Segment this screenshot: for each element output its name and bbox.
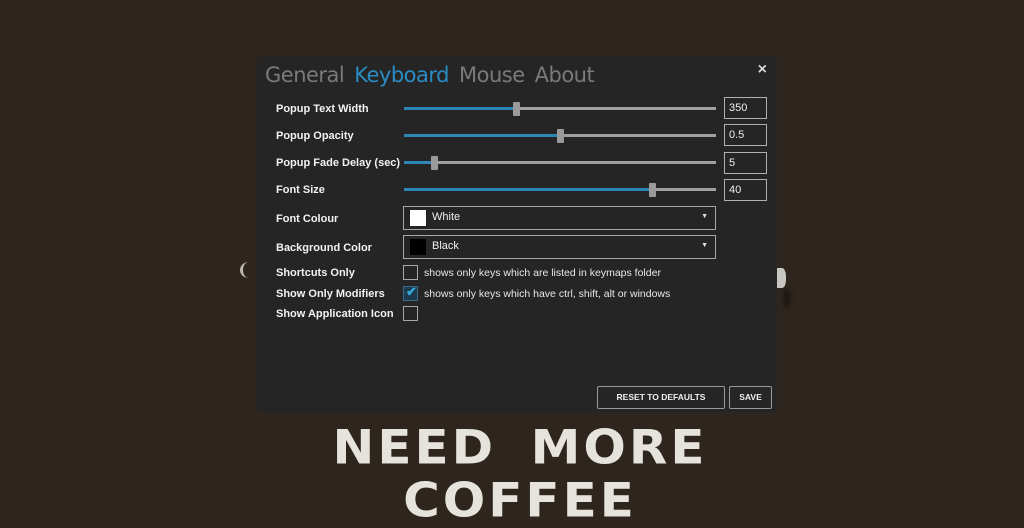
- font-colour-value: White: [432, 211, 461, 223]
- slider-thumb[interactable]: [649, 183, 657, 197]
- tab-general[interactable]: General: [265, 63, 345, 87]
- background-color-label: Background Color: [276, 242, 372, 254]
- popup-text-width-label: Popup Text Width: [276, 103, 369, 115]
- chevron-down-icon: ▼: [701, 213, 708, 220]
- background-color-value: Black: [432, 240, 459, 252]
- tab-about[interactable]: About: [535, 63, 595, 87]
- background-color-dropdown[interactable]: Black ▼: [403, 235, 716, 259]
- show-only-modifiers-description: shows only keys which have ctrl, shift, …: [424, 288, 671, 300]
- popup-fade-delay-slider[interactable]: [404, 156, 716, 170]
- font-colour-label: Font Colour: [276, 213, 339, 225]
- slider-fill: [404, 107, 517, 110]
- popup-opacity-label: Popup Opacity: [276, 130, 354, 142]
- tab-keyboard[interactable]: Keyboard: [354, 63, 449, 87]
- font-size-slider[interactable]: [404, 183, 716, 197]
- chevron-down-icon: ▼: [701, 242, 708, 249]
- background-banner-text: NEED MORE COFFEE: [332, 419, 708, 528]
- tab-mouse[interactable]: Mouse: [459, 63, 525, 87]
- show-only-modifiers-label: Show Only Modifiers: [276, 288, 385, 300]
- shortcuts-only-checkbox[interactable]: [403, 265, 418, 280]
- slider-thumb[interactable]: [430, 156, 438, 170]
- slider-fill: [404, 161, 434, 164]
- popup-text-width-slider[interactable]: [404, 102, 716, 116]
- slider-fill: [404, 134, 560, 137]
- slider-fill: [404, 188, 653, 191]
- color-swatch: [410, 210, 426, 226]
- settings-dialog: General Keyboard Mouse About × Popup Tex…: [257, 57, 777, 412]
- shortcuts-only-label: Shortcuts Only: [276, 267, 355, 279]
- popup-opacity-input[interactable]: 0.5: [724, 124, 767, 146]
- slider-track: [404, 161, 716, 164]
- tab-bar: General Keyboard Mouse About: [265, 63, 595, 87]
- popup-fade-delay-label: Popup Fade Delay (sec): [276, 157, 401, 169]
- popup-fade-delay-input[interactable]: 5: [724, 152, 767, 174]
- font-size-label: Font Size: [276, 184, 325, 196]
- slider-thumb[interactable]: [513, 102, 521, 116]
- font-colour-dropdown[interactable]: White ▼: [403, 206, 716, 230]
- save-button[interactable]: SAVE: [729, 386, 772, 409]
- show-application-icon-checkbox[interactable]: [403, 306, 418, 321]
- background-mug-right: [776, 268, 786, 288]
- show-only-modifiers-checkbox[interactable]: ✔: [403, 284, 418, 301]
- slider-thumb[interactable]: [557, 129, 564, 143]
- popup-opacity-slider[interactable]: [404, 129, 716, 143]
- reset-to-defaults-button[interactable]: RESET TO DEFAULTS: [597, 386, 725, 409]
- font-size-input[interactable]: 40: [724, 179, 767, 201]
- show-application-icon-label: Show Application Icon: [276, 308, 394, 320]
- popup-text-width-input[interactable]: 350: [724, 97, 767, 119]
- color-swatch: [410, 239, 426, 255]
- shortcuts-only-description: shows only keys which are listed in keym…: [424, 267, 661, 279]
- close-icon[interactable]: ×: [758, 61, 767, 79]
- background-mug-left: [240, 262, 257, 278]
- checkmark-icon: ✔: [406, 284, 417, 299]
